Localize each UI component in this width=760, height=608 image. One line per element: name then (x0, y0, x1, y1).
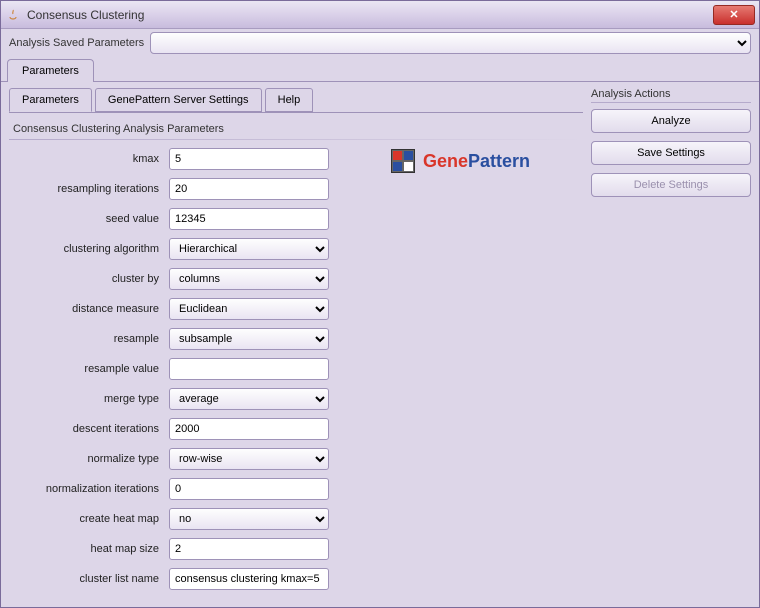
resample-value-label: resample value (13, 363, 163, 375)
kmax-input[interactable] (169, 148, 329, 170)
close-icon: ✕ (729, 8, 738, 21)
tab-parameters[interactable]: Parameters (9, 88, 92, 112)
resample-label: resample (13, 333, 163, 345)
application-window: Consensus Clustering ✕ Analysis Saved Pa… (0, 0, 760, 608)
genepattern-icon (391, 149, 415, 173)
normalize-type-select[interactable]: row-wise (169, 448, 329, 470)
tab-help[interactable]: Help (265, 88, 314, 112)
distance-measure-label: distance measure (13, 303, 163, 315)
normalize-type-label: normalize type (13, 453, 163, 465)
actions-divider (591, 102, 751, 103)
actions-title: Analysis Actions (591, 88, 751, 100)
tab-server-settings[interactable]: GenePattern Server Settings (95, 88, 262, 112)
titlebar: Consensus Clustering ✕ (1, 1, 759, 29)
resampling-iterations-label: resampling iterations (13, 183, 163, 195)
create-heat-map-select[interactable]: no (169, 508, 329, 530)
resample-select[interactable]: subsample (169, 328, 329, 350)
genepattern-logo: GenePattern (391, 149, 530, 173)
saved-parameters-row: Analysis Saved Parameters (1, 29, 759, 57)
analyze-button[interactable]: Analyze (591, 109, 751, 133)
tab-parameters-outer[interactable]: Parameters (7, 59, 94, 82)
clustering-algorithm-label: clustering algorithm (13, 243, 163, 255)
saved-parameters-dropdown[interactable] (150, 32, 751, 54)
save-settings-button[interactable]: Save Settings (591, 141, 751, 165)
close-button[interactable]: ✕ (713, 5, 755, 25)
heat-map-size-label: heat map size (13, 543, 163, 555)
cluster-list-name-label: cluster list name (13, 573, 163, 585)
seed-value-input[interactable] (169, 208, 329, 230)
distance-measure-select[interactable]: Euclidean (169, 298, 329, 320)
form-grid: kmax resampling iterations seed value cl… (9, 148, 583, 590)
actions-panel: Analysis Actions Analyze Save Settings D… (591, 88, 751, 590)
saved-parameters-label: Analysis Saved Parameters (9, 37, 146, 49)
create-heat-map-label: create heat map (13, 513, 163, 525)
inner-tab-strip: Parameters GenePattern Server Settings H… (9, 88, 583, 113)
fieldset-divider (9, 139, 583, 140)
descent-iterations-label: descent iterations (13, 423, 163, 435)
cluster-by-label: cluster by (13, 273, 163, 285)
descent-iterations-input[interactable] (169, 418, 329, 440)
seed-value-label: seed value (13, 213, 163, 225)
window-title: Consensus Clustering (27, 8, 144, 22)
outer-tab-strip: Parameters (1, 57, 759, 82)
merge-type-label: merge type (13, 393, 163, 405)
heat-map-size-input[interactable] (169, 538, 329, 560)
resampling-iterations-input[interactable] (169, 178, 329, 200)
main-area: Parameters GenePattern Server Settings H… (1, 82, 759, 596)
merge-type-select[interactable]: average (169, 388, 329, 410)
clustering-algorithm-select[interactable]: Hierarchical (169, 238, 329, 260)
genepattern-text: GenePattern (423, 151, 530, 172)
cluster-list-name-input[interactable] (169, 568, 329, 590)
java-icon (5, 7, 21, 23)
normalization-iterations-label: normalization iterations (13, 483, 163, 495)
delete-settings-button[interactable]: Delete Settings (591, 173, 751, 197)
normalization-iterations-input[interactable] (169, 478, 329, 500)
kmax-label: kmax (13, 153, 163, 165)
cluster-by-select[interactable]: columns (169, 268, 329, 290)
fieldset-title: Consensus Clustering Analysis Parameters (13, 123, 583, 135)
resample-value-input[interactable] (169, 358, 329, 380)
